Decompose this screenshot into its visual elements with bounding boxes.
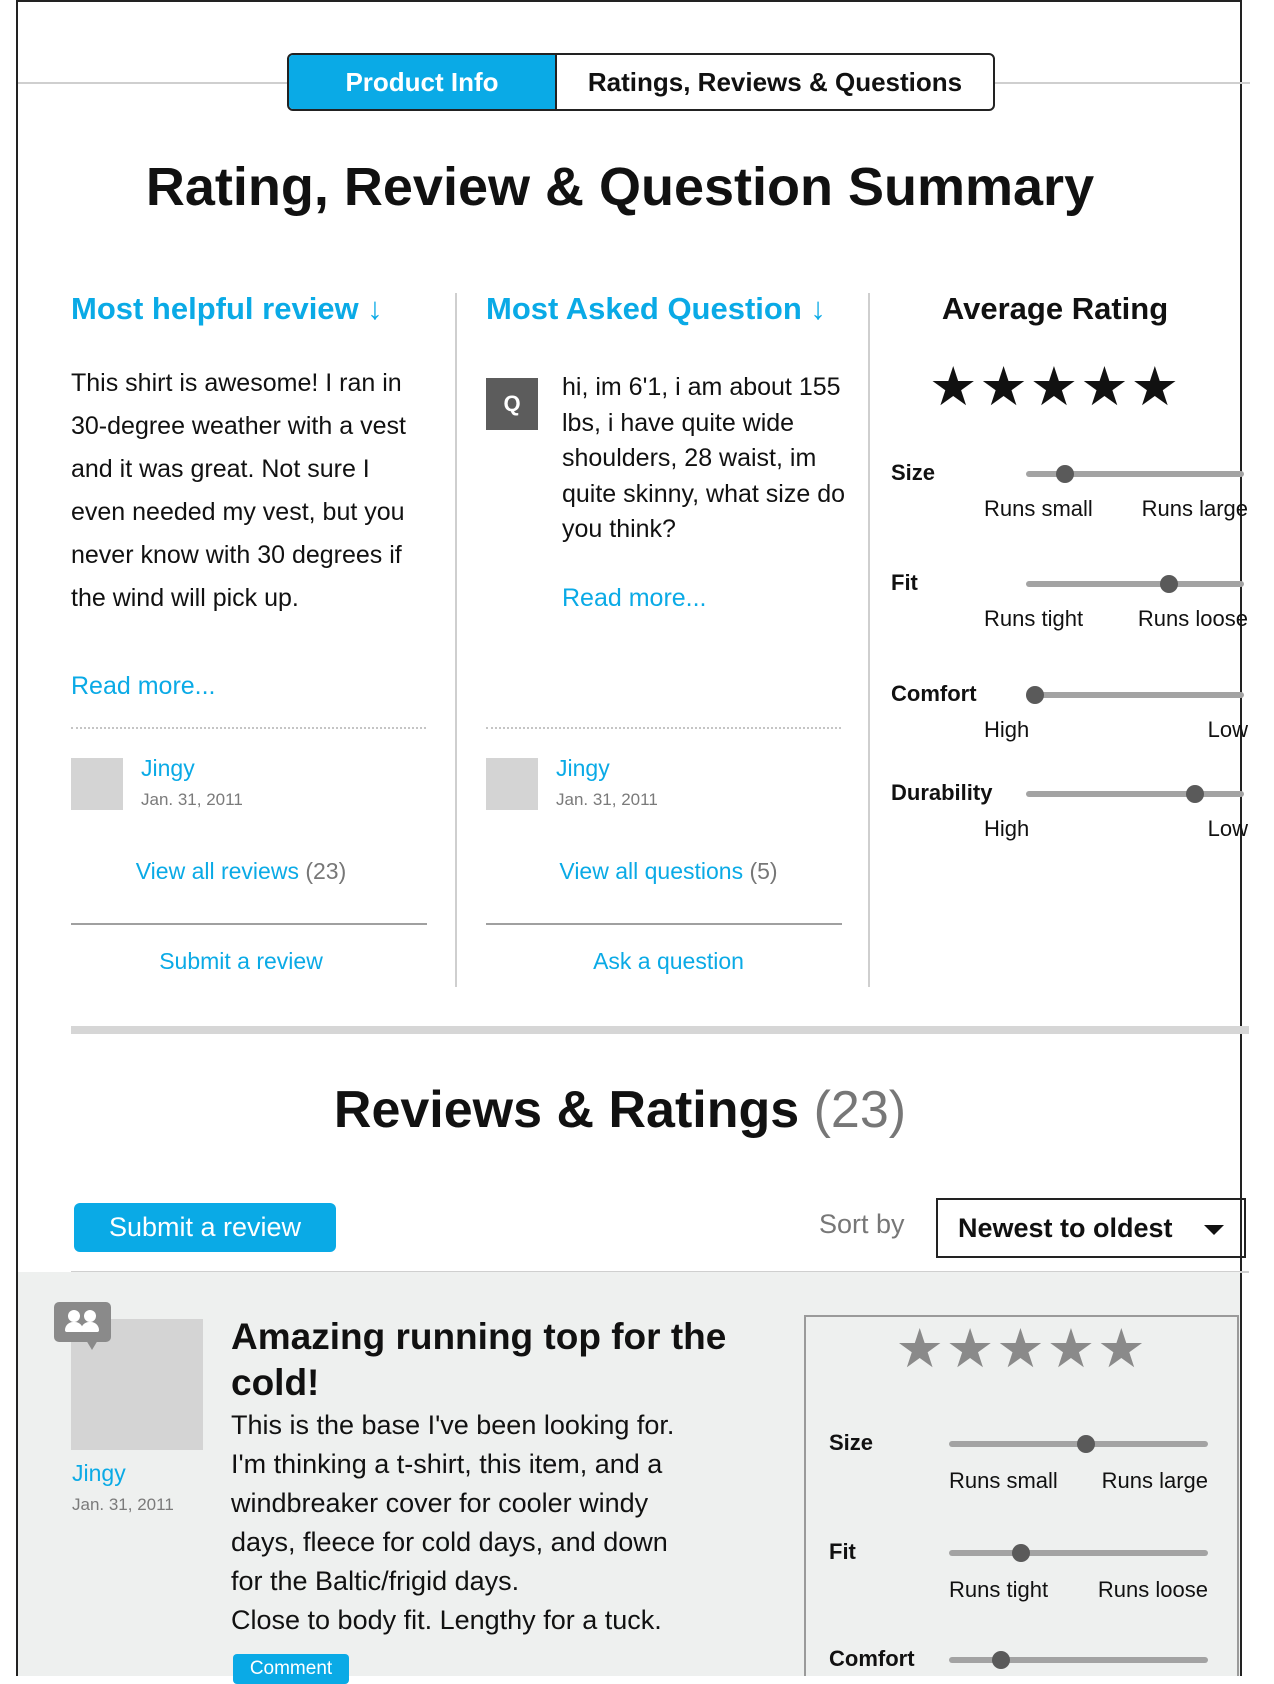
slider-handle[interactable] [1076, 1435, 1095, 1453]
user-body-shape [81, 1322, 99, 1332]
sort-by-label: Sort by [819, 1209, 905, 1239]
slider-label-comfort: Comfort [829, 1646, 915, 1671]
review-body-line: days, fleece for cold days, and down [231, 1527, 668, 1557]
average-stars-icon: ★★★★★ [928, 357, 1182, 417]
submit-review-button[interactable]: Submit a review [74, 1203, 336, 1252]
slider-max-label: Low [1207, 816, 1248, 841]
helpful-read-more[interactable]: Read more... [71, 665, 216, 708]
sort-select[interactable]: Newest to oldest [936, 1198, 1246, 1258]
questions-count: (5) [749, 858, 778, 884]
frame-top [16, 0, 1242, 2]
view-all-questions[interactable]: View all questions (5) [486, 858, 851, 885]
dotted-divider [486, 727, 841, 729]
most-helpful-heading[interactable]: Most helpful review ↓ [71, 291, 383, 327]
tab-ratings-reviews[interactable]: Ratings, Reviews & Questions [557, 55, 993, 109]
slider-handle[interactable] [1160, 575, 1178, 593]
slider-min-label: High [984, 816, 1030, 841]
section-divider [71, 1026, 1249, 1034]
review-body-line: windbreaker cover for cooler windy [231, 1488, 649, 1518]
slider-min-label: Runs small [984, 496, 1093, 521]
slider-handle[interactable] [1056, 465, 1074, 483]
question-text: hi, im 6'1, i am about 155 lbs, i have q… [562, 373, 846, 543]
slider-max-label: Runs large [1141, 496, 1248, 521]
reviews-title: Reviews & Ratings (23) [0, 1080, 1240, 1140]
submit-review-link[interactable]: Submit a review [71, 948, 411, 975]
question-badge-icon: Q [486, 378, 538, 430]
review-body-line: Close to body fit. Lengthy for a tuck. [231, 1605, 662, 1635]
slider-min-label: High [984, 717, 1030, 742]
asker-name[interactable]: Jingy [556, 755, 610, 782]
slider-max-label: Runs large [1101, 1468, 1208, 1493]
ask-question-link[interactable]: Ask a question [486, 948, 851, 975]
user-head-shape [68, 1310, 80, 1322]
view-all-questions-link[interactable]: View all questions [559, 858, 743, 884]
review-body-line: I'm thinking a t-shirt, this item, and a [231, 1449, 663, 1479]
slider-track[interactable] [1026, 692, 1244, 698]
slider-max-label: Low [1207, 717, 1248, 742]
slider-label-size: Size [829, 1430, 874, 1455]
column-divider [868, 293, 870, 987]
slider-track[interactable] [1026, 791, 1244, 797]
dotted-divider [71, 727, 426, 729]
helpful-review-text: This shirt is awesome! I ran in 30-degre… [71, 369, 406, 612]
reviewer-name[interactable]: Jingy [141, 755, 195, 782]
review-date: Jan. 31, 2011 [141, 790, 243, 809]
user-head-shape [84, 1310, 96, 1322]
slider-max-label: Runs loose [1137, 606, 1248, 631]
review-item-date: Jan. 31, 2011 [72, 1495, 174, 1514]
tab-product-info[interactable]: Product Info [289, 55, 557, 109]
slider-label-fit: Fit [829, 1539, 856, 1564]
avatar [71, 758, 123, 810]
review-title: Amazing running top for the cold! [231, 1316, 727, 1403]
chat-users-icon [54, 1302, 111, 1350]
most-asked-heading[interactable]: Most Asked Question ↓ [486, 291, 826, 327]
reviews-title-text: Reviews & Ratings [333, 1081, 800, 1139]
view-all-reviews-link[interactable]: View all reviews [136, 858, 299, 884]
view-all-reviews[interactable]: View all reviews (23) [71, 858, 411, 885]
review-stars-icon: ★★★★★ [895, 1319, 1148, 1379]
question-read-more[interactable]: Read more... [562, 581, 707, 616]
column-rule [486, 923, 842, 925]
tab-rule-left [18, 82, 287, 84]
question-date: Jan. 31, 2011 [556, 790, 658, 809]
slider-min-label: Runs tight [984, 606, 1084, 631]
avatar [486, 758, 538, 810]
sort-select-value: Newest to oldest [958, 1212, 1173, 1243]
slider-min-label: Runs small [949, 1468, 1058, 1493]
average-rating-heading: Average Rating [941, 291, 1169, 326]
slider-label-size: Size [891, 460, 936, 485]
review-body: This is the base I've been looking for. … [231, 1406, 751, 1640]
slider-track[interactable] [1026, 581, 1244, 587]
slider-handle[interactable] [1011, 1544, 1030, 1562]
review-body-line: This is the base I've been looking for. [231, 1410, 675, 1440]
summary-title: Rating, Review & Question Summary [145, 157, 1095, 217]
review-body-line: for the Baltic/frigid days. [231, 1566, 520, 1596]
slider-track[interactable] [949, 1550, 1208, 1556]
reviews-count: (23) [305, 858, 347, 884]
slider-min-label: Runs tight [949, 1577, 1049, 1602]
slider-handle[interactable] [1026, 686, 1044, 704]
review-author[interactable]: Jingy [72, 1460, 126, 1487]
slider-max-label: Runs loose [1097, 1577, 1208, 1602]
chevron-down-icon [1204, 1225, 1224, 1235]
slider-handle[interactable] [1186, 785, 1204, 803]
tab-bar: Product Info Ratings, Reviews & Question… [287, 53, 995, 111]
slider-label-comfort: Comfort [891, 681, 977, 706]
column-divider [455, 293, 457, 987]
comment-button[interactable]: Comment [233, 1654, 349, 1684]
slider-track[interactable] [949, 1657, 1208, 1663]
column-rule [71, 923, 427, 925]
reviews-title-count: (23) [813, 1081, 907, 1139]
slider-label-fit: Fit [891, 570, 918, 595]
tab-rule-right [995, 82, 1250, 84]
slider-label-durability: Durability [891, 780, 993, 805]
